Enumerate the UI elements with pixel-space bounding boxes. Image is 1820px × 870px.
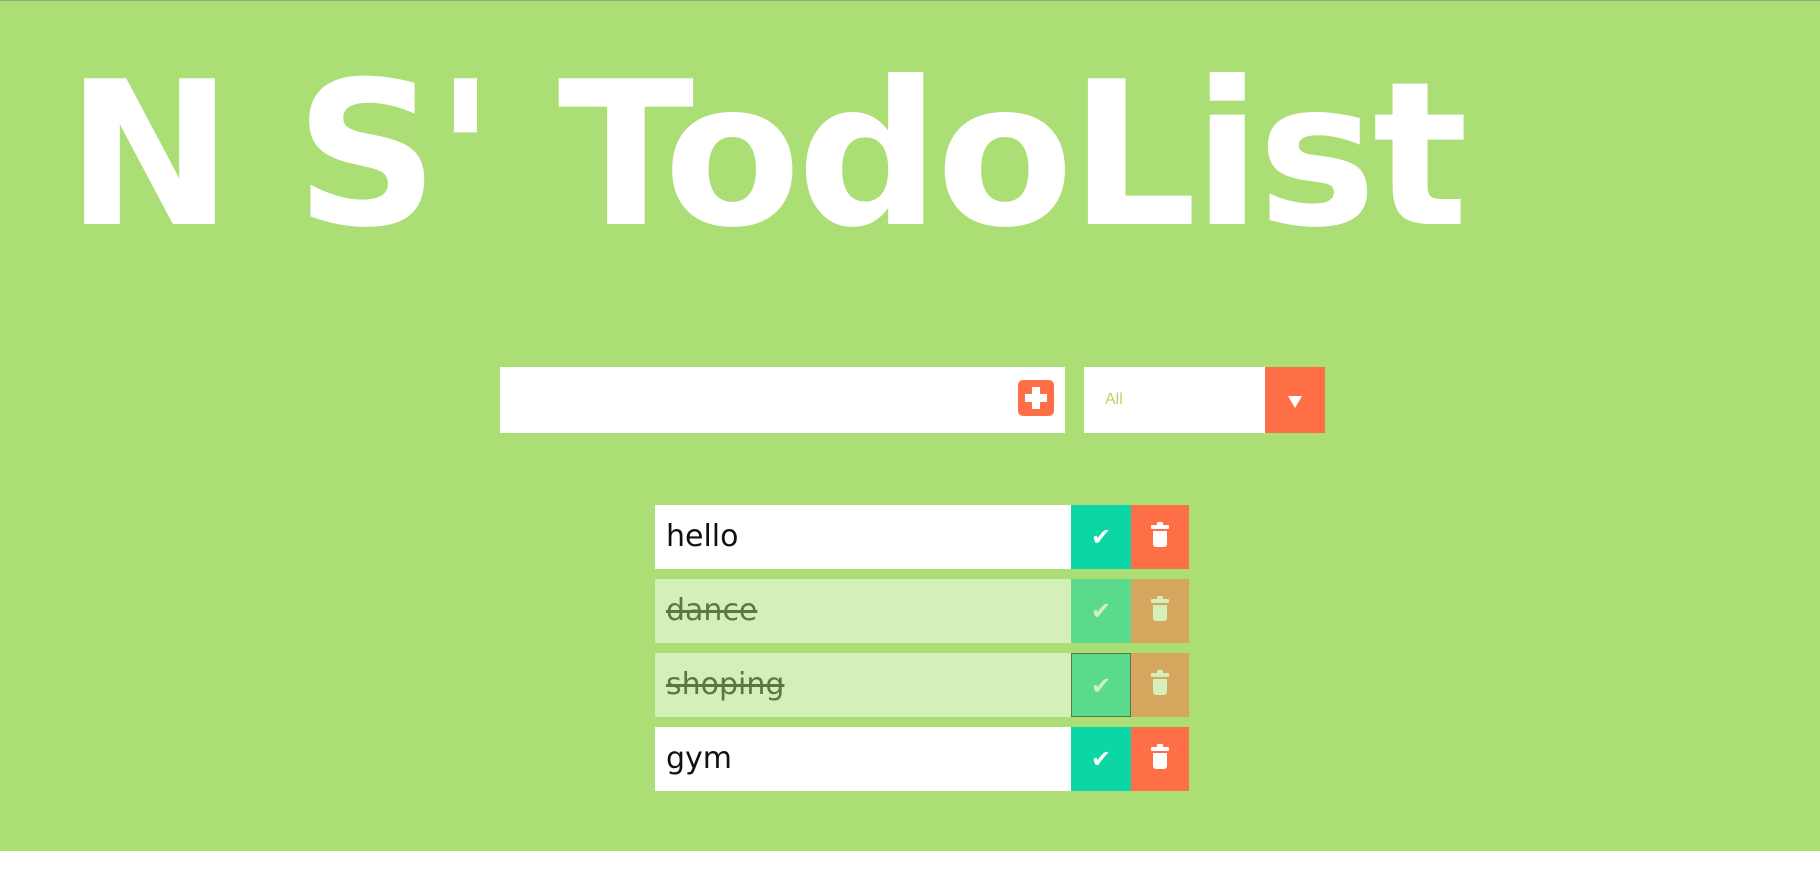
delete-button[interactable] bbox=[1131, 505, 1189, 569]
add-todo-button[interactable] bbox=[1018, 380, 1054, 416]
todo-input[interactable] bbox=[500, 367, 1000, 433]
complete-button[interactable]: ✔ bbox=[1071, 727, 1131, 791]
todo-text: gym bbox=[666, 741, 733, 776]
check-icon: ✔ bbox=[1090, 672, 1112, 700]
check-icon: ✔ bbox=[1090, 523, 1112, 551]
complete-button[interactable]: ✔ bbox=[1071, 579, 1131, 643]
todo-item: dance ✔ bbox=[655, 579, 1189, 643]
check-icon: ✔ bbox=[1090, 597, 1112, 625]
complete-button[interactable]: ✔ bbox=[1071, 653, 1131, 717]
todo-item: shoping ✔ bbox=[655, 653, 1189, 717]
todo-item: gym ✔ bbox=[655, 727, 1189, 791]
check-icon: ✔ bbox=[1090, 745, 1112, 773]
filter-dropdown-button[interactable] bbox=[1265, 367, 1325, 433]
delete-button[interactable] bbox=[1131, 727, 1189, 791]
delete-button[interactable] bbox=[1131, 653, 1189, 717]
complete-button[interactable]: ✔ bbox=[1071, 505, 1131, 569]
delete-button[interactable] bbox=[1131, 579, 1189, 643]
page-title: N S' TodoList bbox=[65, 39, 1468, 272]
plus-icon-stroke bbox=[1032, 387, 1040, 409]
todo-text: dance bbox=[666, 593, 758, 628]
filter-selected-value: All bbox=[1105, 391, 1123, 408]
todo-form bbox=[500, 367, 1065, 433]
trash-icon bbox=[1151, 670, 1169, 695]
todo-text: hello bbox=[666, 519, 739, 554]
todo-list: hello ✔ dance ✔ shoping ✔ gym ✔ bbox=[655, 505, 1189, 801]
todo-item: hello ✔ bbox=[655, 505, 1189, 569]
trash-icon bbox=[1151, 744, 1169, 769]
triangle-down-icon bbox=[1288, 396, 1302, 408]
trash-icon bbox=[1151, 522, 1169, 547]
app-container: N S' TodoList All hello ✔ dance ✔ shopin… bbox=[0, 0, 1820, 851]
todo-text: shoping bbox=[666, 667, 785, 702]
trash-icon bbox=[1151, 596, 1169, 621]
